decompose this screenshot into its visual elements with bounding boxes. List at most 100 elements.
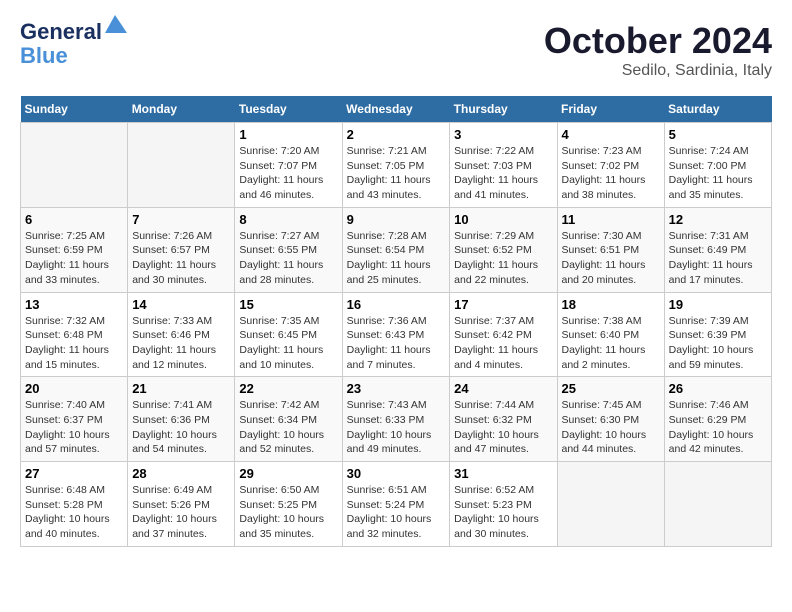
calendar-cell: 26Sunrise: 7:46 AMSunset: 6:29 PMDayligh… [664,377,771,462]
daylight-text: Daylight: 10 hours and 59 minutes. [669,343,767,372]
title-block: October 2024 Sedilo, Sardinia, Italy [544,20,772,80]
sunset-text: Sunset: 6:52 PM [454,243,552,258]
daylight-text: Daylight: 11 hours and 7 minutes. [347,343,446,372]
sunset-text: Sunset: 5:24 PM [347,498,446,513]
day-info: Sunrise: 7:37 AMSunset: 6:42 PMDaylight:… [454,314,552,373]
calendar-cell: 25Sunrise: 7:45 AMSunset: 6:30 PMDayligh… [557,377,664,462]
sunset-text: Sunset: 5:23 PM [454,498,552,513]
day-info: Sunrise: 7:43 AMSunset: 6:33 PMDaylight:… [347,398,446,457]
sunrise-text: Sunrise: 7:23 AM [562,144,660,159]
calendar-cell [21,123,128,208]
sunset-text: Sunset: 6:59 PM [25,243,123,258]
daylight-text: Daylight: 11 hours and 28 minutes. [239,258,337,287]
calendar-week-4: 20Sunrise: 7:40 AMSunset: 6:37 PMDayligh… [21,377,772,462]
sunset-text: Sunset: 7:00 PM [669,159,767,174]
calendar-week-2: 6Sunrise: 7:25 AMSunset: 6:59 PMDaylight… [21,207,772,292]
daylight-text: Daylight: 10 hours and 54 minutes. [132,428,230,457]
sunrise-text: Sunrise: 6:51 AM [347,483,446,498]
sunrise-text: Sunrise: 7:39 AM [669,314,767,329]
sunrise-text: Sunrise: 7:46 AM [669,398,767,413]
calendar-cell [664,462,771,547]
sunrise-text: Sunrise: 6:49 AM [132,483,230,498]
sunrise-text: Sunrise: 7:24 AM [669,144,767,159]
sunrise-text: Sunrise: 7:37 AM [454,314,552,329]
calendar-table: SundayMondayTuesdayWednesdayThursdayFrid… [20,96,772,547]
calendar-cell: 24Sunrise: 7:44 AMSunset: 6:32 PMDayligh… [450,377,557,462]
calendar-week-1: 1 Sunrise: 7:20 AMSunset: 7:07 PMDaylight… [21,123,772,208]
day-info: Sunrise: 7:30 AMSunset: 6:51 PMDaylight:… [562,229,660,288]
day-info: Sunrise: 7:28 AMSunset: 6:54 PMDaylight:… [347,229,446,288]
calendar-cell: 30Sunrise: 6:51 AMSunset: 5:24 PMDayligh… [342,462,450,547]
sunrise-text: Sunrise: 6:48 AM [25,483,123,498]
sunrise-text: Sunrise: 7:33 AM [132,314,230,329]
sunset-text: Sunset: 6:34 PM [239,413,337,428]
sunset-text: Sunset: 5:26 PM [132,498,230,513]
sunset-text: Sunset: 6:39 PM [669,328,767,343]
calendar-cell: 17 Sunrise: 7:37 AMSunset: 6:42 PMDayligh… [450,292,557,377]
sunset-text: Sunset: 6:32 PM [454,413,552,428]
day-info: Sunrise: 7:29 AMSunset: 6:52 PMDaylight:… [454,229,552,288]
day-number: 22 [239,381,337,396]
daylight-text: Daylight: 10 hours and 37 minutes. [132,512,230,541]
day-number: 14 [132,297,230,312]
sunset-text: Sunset: 6:37 PM [25,413,123,428]
day-number: 10 [454,212,552,227]
daylight-text: Daylight: 11 hours and 43 minutes. [347,173,446,202]
day-number: 24 [454,381,552,396]
day-info: Sunrise: 7:25 AMSunset: 6:59 PMDaylight:… [25,229,123,288]
calendar-cell: 22 Sunrise: 7:42 AMSunset: 6:34 PMDayligh… [235,377,342,462]
day-number: 30 [347,466,446,481]
day-info: Sunrise: 7:42 AMSunset: 6:34 PMDaylight:… [239,398,337,457]
day-number: 12 [669,212,767,227]
sunrise-text: Sunrise: 7:25 AM [25,229,123,244]
sunrise-text: Sunrise: 7:36 AM [347,314,446,329]
sunset-text: Sunset: 6:43 PM [347,328,446,343]
calendar-cell: 6 Sunrise: 7:25 AMSunset: 6:59 PMDaylight… [21,207,128,292]
daylight-text: Daylight: 11 hours and 10 minutes. [239,343,337,372]
calendar-cell: 23Sunrise: 7:43 AMSunset: 6:33 PMDayligh… [342,377,450,462]
daylight-text: Daylight: 10 hours and 57 minutes. [25,428,123,457]
day-number: 17 [454,297,552,312]
daylight-text: Daylight: 10 hours and 40 minutes. [25,512,123,541]
day-number: 25 [562,381,660,396]
sunset-text: Sunset: 6:33 PM [347,413,446,428]
calendar-cell [128,123,235,208]
calendar-cell: 8Sunrise: 7:27 AMSunset: 6:55 PMDaylight… [235,207,342,292]
day-info: Sunrise: 7:41 AMSunset: 6:36 PMDaylight:… [132,398,230,457]
day-info: Sunrise: 6:50 AMSunset: 5:25 PMDaylight:… [239,483,337,542]
day-number: 3 [454,127,552,142]
sunset-text: Sunset: 6:36 PM [132,413,230,428]
sunrise-text: Sunrise: 7:32 AM [25,314,123,329]
sunset-text: Sunset: 6:40 PM [562,328,660,343]
calendar-cell: 3 Sunrise: 7:22 AMSunset: 7:03 PMDaylight… [450,123,557,208]
sunrise-text: Sunrise: 7:28 AM [347,229,446,244]
daylight-text: Daylight: 11 hours and 2 minutes. [562,343,660,372]
day-header-saturday: Saturday [664,96,771,123]
sunrise-text: Sunrise: 7:41 AM [132,398,230,413]
day-number: 6 [25,212,123,227]
daylight-text: Daylight: 11 hours and 30 minutes. [132,258,230,287]
day-info: Sunrise: 7:38 AMSunset: 6:40 PMDaylight:… [562,314,660,373]
day-number: 7 [132,212,230,227]
day-info: Sunrise: 7:20 AMSunset: 7:07 PMDaylight:… [239,144,337,203]
daylight-text: Daylight: 11 hours and 22 minutes. [454,258,552,287]
day-info: Sunrise: 6:48 AMSunset: 5:28 PMDaylight:… [25,483,123,542]
day-info: Sunrise: 7:31 AMSunset: 6:49 PMDaylight:… [669,229,767,288]
sunrise-text: Sunrise: 7:31 AM [669,229,767,244]
sunrise-text: Sunrise: 7:21 AM [347,144,446,159]
day-number: 4 [562,127,660,142]
daylight-text: Daylight: 11 hours and 15 minutes. [25,343,123,372]
sunset-text: Sunset: 6:55 PM [239,243,337,258]
daylight-text: Daylight: 11 hours and 41 minutes. [454,173,552,202]
calendar-cell: 14Sunrise: 7:33 AMSunset: 6:46 PMDayligh… [128,292,235,377]
day-number: 16 [347,297,446,312]
sunrise-text: Sunrise: 7:40 AM [25,398,123,413]
sunset-text: Sunset: 6:51 PM [562,243,660,258]
day-number: 20 [25,381,123,396]
day-number: 1 [239,127,337,142]
day-info: Sunrise: 7:22 AMSunset: 7:03 PMDaylight:… [454,144,552,203]
day-number: 9 [347,212,446,227]
day-number: 26 [669,381,767,396]
day-info: Sunrise: 7:39 AMSunset: 6:39 PMDaylight:… [669,314,767,373]
daylight-text: Daylight: 11 hours and 38 minutes. [562,173,660,202]
